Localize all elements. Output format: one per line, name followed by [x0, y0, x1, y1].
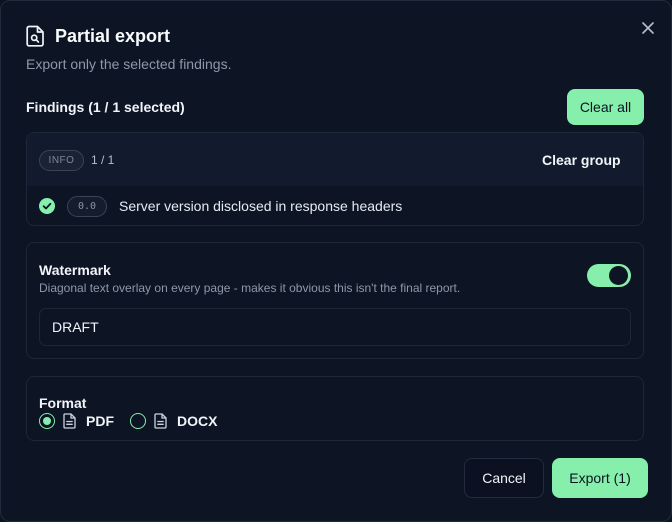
watermark-description: Diagonal text overlay on every page - ma… — [39, 281, 461, 295]
dialog-header: Partial export — [26, 25, 170, 47]
watermark-title: Watermark — [39, 262, 111, 278]
file-text-icon — [154, 413, 168, 429]
format-label-docx: DOCX — [177, 413, 218, 429]
partial-export-dialog: Partial export Export only the selected … — [0, 0, 672, 522]
dialog-subtitle: Export only the selected findings. — [26, 56, 232, 72]
cancel-button[interactable]: Cancel — [464, 458, 544, 498]
score-badge: 0.0 — [67, 196, 107, 217]
findings-group: INFO 1 / 1 Clear group 0.0 Server versio… — [26, 132, 644, 226]
watermark-text-input[interactable] — [39, 308, 631, 346]
format-label-pdf: PDF — [86, 413, 114, 429]
radio-docx[interactable] — [130, 413, 146, 429]
radio-dot — [43, 417, 51, 425]
toggle-knob — [609, 266, 628, 285]
radio-pdf[interactable] — [39, 413, 55, 429]
clear-all-button[interactable]: Clear all — [567, 89, 644, 125]
export-button[interactable]: Export (1) — [552, 458, 648, 498]
format-title: Format — [39, 395, 87, 411]
findings-group-header: INFO 1 / 1 Clear group — [27, 133, 643, 186]
file-text-icon — [63, 413, 77, 429]
dialog-title: Partial export — [55, 25, 171, 46]
close-icon — [642, 22, 654, 34]
format-section: Format PDF DOCX — [26, 376, 644, 441]
findings-label: Findings (1 / 1 selected) — [26, 99, 185, 115]
format-options: PDF DOCX — [39, 413, 233, 429]
clear-group-button[interactable]: Clear group — [532, 146, 631, 174]
file-search-icon — [26, 25, 46, 47]
watermark-toggle[interactable] — [587, 264, 631, 287]
watermark-section: Watermark Diagonal text overlay on every… — [26, 242, 644, 359]
group-count: 1 / 1 — [91, 153, 115, 167]
format-option-docx[interactable]: DOCX — [130, 413, 217, 429]
check-circle-icon[interactable] — [39, 198, 55, 214]
close-button[interactable] — [637, 17, 659, 39]
finding-row[interactable]: 0.0 Server version disclosed in response… — [27, 186, 643, 225]
finding-title: Server version disclosed in response hea… — [119, 198, 403, 214]
severity-badge: INFO — [39, 150, 84, 171]
format-option-pdf[interactable]: PDF — [39, 413, 114, 429]
